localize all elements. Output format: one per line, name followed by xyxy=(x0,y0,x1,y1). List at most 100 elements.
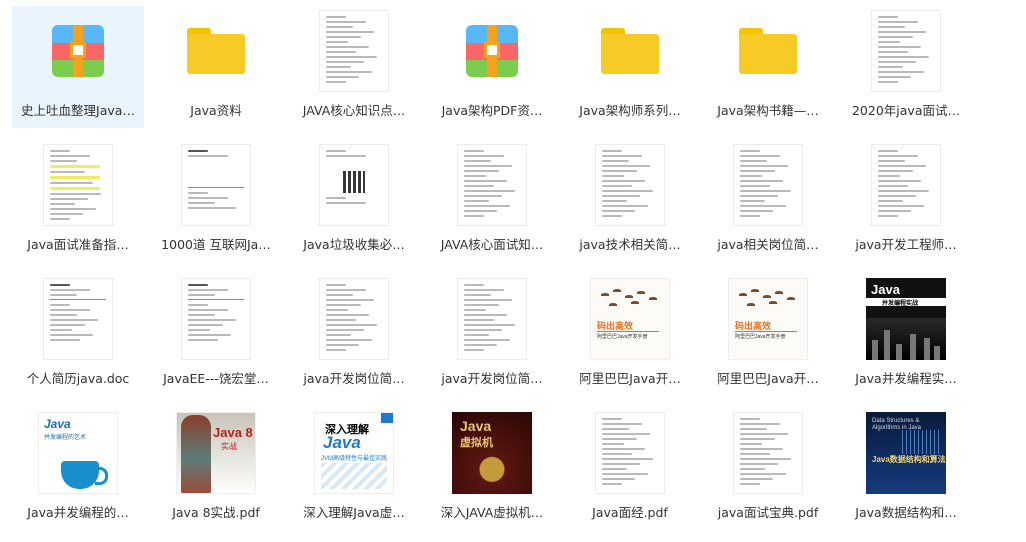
divider xyxy=(50,299,106,300)
file-item[interactable]: java开发工程师… xyxy=(840,140,972,262)
text-line xyxy=(878,190,929,192)
text-line xyxy=(464,175,487,177)
text-line xyxy=(740,483,761,485)
document-preview-icon xyxy=(871,144,941,226)
file-name: 史上吐血整理Java… xyxy=(21,103,135,118)
text-line xyxy=(50,176,101,179)
cover-subtitle: 实战 xyxy=(221,442,237,451)
file-thumbnail xyxy=(426,274,558,364)
file-item[interactable]: Java面经.pdf xyxy=(564,408,696,530)
file-item[interactable]: JavaEE---饶宏堂… xyxy=(150,274,282,396)
text-line xyxy=(878,66,904,68)
file-item[interactable]: Java资料 xyxy=(150,6,282,128)
text-line xyxy=(464,284,484,286)
cover-subtitle: 阿里巴巴Java开发手册 xyxy=(735,334,786,340)
file-name: 阿里巴巴Java开… xyxy=(717,371,819,386)
file-item[interactable]: JAVA核心面试知… xyxy=(426,140,558,262)
cover-title: Java xyxy=(871,282,900,297)
text-line xyxy=(326,81,347,83)
text-line xyxy=(740,215,761,217)
text-line xyxy=(188,324,224,326)
text-line xyxy=(464,324,515,326)
file-item[interactable]: 深入理解 Java JVM高级特性与最佳实践 深入理解Java虚… xyxy=(288,408,420,530)
file-item[interactable]: Data Structures & Algorithms in Java Java… xyxy=(840,408,972,530)
text-line xyxy=(878,81,899,83)
book-cover-icon: Java 并发编程实战 xyxy=(866,278,946,360)
qr-code-icon xyxy=(343,171,365,193)
file-item[interactable]: 个人简历java.doc xyxy=(12,274,144,396)
text-line xyxy=(326,197,346,199)
file-item[interactable]: java开发岗位简… xyxy=(288,274,420,396)
file-name: Java面经.pdf xyxy=(592,505,668,520)
text-line xyxy=(326,294,354,296)
bird-icon xyxy=(747,303,755,306)
bird-icon xyxy=(751,289,759,292)
file-name: JAVA核心知识点… xyxy=(302,103,406,118)
file-thumbnail xyxy=(702,6,834,96)
file-item[interactable]: java开发岗位简… xyxy=(426,274,558,396)
document-preview-icon xyxy=(733,144,803,226)
text-line xyxy=(602,418,622,420)
file-item[interactable]: 1000道 互联网Ja… xyxy=(150,140,282,262)
file-item[interactable]: Java 并发编程的艺术 Java并发编程的… xyxy=(12,408,144,530)
text-line xyxy=(740,418,760,420)
bird-icon xyxy=(601,293,609,296)
text-line xyxy=(602,160,630,162)
bird-icon xyxy=(787,297,795,300)
file-item[interactable]: 码出高效 阿里巴巴Java开发手册 阿里巴巴Java开… xyxy=(702,274,834,396)
text-line xyxy=(878,155,919,157)
text-line xyxy=(740,210,774,212)
file-name: Java并发编程的… xyxy=(27,505,129,520)
file-item[interactable]: JAVA核心知识点… xyxy=(288,6,420,128)
file-item[interactable]: Java架构书籍—… xyxy=(702,6,834,128)
file-item[interactable]: Java 8 实战 Java 8实战.pdf xyxy=(150,408,282,530)
text-line xyxy=(878,41,901,43)
text-line xyxy=(188,207,237,209)
text-line xyxy=(464,155,505,157)
text-line xyxy=(740,423,781,425)
file-item[interactable]: Java 并发编程实战 Java并发编程实… xyxy=(840,274,972,396)
cover-subtitle: 阿里巴巴Java开发手册 xyxy=(597,334,648,340)
text-line xyxy=(188,339,219,341)
file-name: JavaEE---饶宏堂… xyxy=(163,371,269,386)
document-preview-icon xyxy=(319,278,389,360)
text-line xyxy=(50,218,71,220)
text-line xyxy=(326,289,367,291)
file-item[interactable]: Java架构师系列… xyxy=(564,6,696,128)
cover-title-large: Java xyxy=(323,433,361,452)
text-line xyxy=(464,309,487,311)
file-item[interactable]: java相关岗位简… xyxy=(702,140,834,262)
file-item[interactable]: java技术相关简… xyxy=(564,140,696,262)
file-thumbnail xyxy=(564,140,696,230)
text-line xyxy=(740,200,766,202)
text-line xyxy=(602,170,638,172)
text-line xyxy=(740,428,768,430)
document-preview-icon xyxy=(595,144,665,226)
file-name: 个人简历java.doc xyxy=(26,371,130,386)
text-line xyxy=(878,51,909,53)
file-item[interactable]: Java面试准备指… xyxy=(12,140,144,262)
text-line xyxy=(50,314,78,316)
file-item[interactable]: 码出高效 阿里巴巴Java开发手册 阿里巴巴Java开… xyxy=(564,274,696,396)
archive-icon xyxy=(52,25,104,77)
text-line xyxy=(740,165,789,167)
text-line xyxy=(602,473,648,475)
file-name: 1000道 互联网Ja… xyxy=(161,237,271,252)
text-line xyxy=(464,299,513,301)
file-name: Java架构书籍—… xyxy=(717,103,819,118)
file-name: java开发岗位简… xyxy=(441,371,543,386)
text-line xyxy=(50,193,101,195)
file-item[interactable]: Java架构PDF资… xyxy=(426,6,558,128)
file-item[interactable]: Java垃圾收集必… xyxy=(288,140,420,262)
file-item[interactable]: 2020年java面试… xyxy=(840,6,972,128)
file-item[interactable]: java面试宝典.pdf xyxy=(702,408,834,530)
text-line xyxy=(326,56,377,58)
text-line xyxy=(602,463,641,465)
file-item[interactable]: Java 虚拟机 深入JAVA虚拟机… xyxy=(426,408,558,530)
text-line xyxy=(326,76,360,78)
file-thumbnail xyxy=(564,408,696,498)
text-line xyxy=(326,304,362,306)
file-item[interactable]: 史上吐血整理Java… xyxy=(12,6,144,128)
text-line xyxy=(326,314,370,316)
text-line xyxy=(602,215,623,217)
